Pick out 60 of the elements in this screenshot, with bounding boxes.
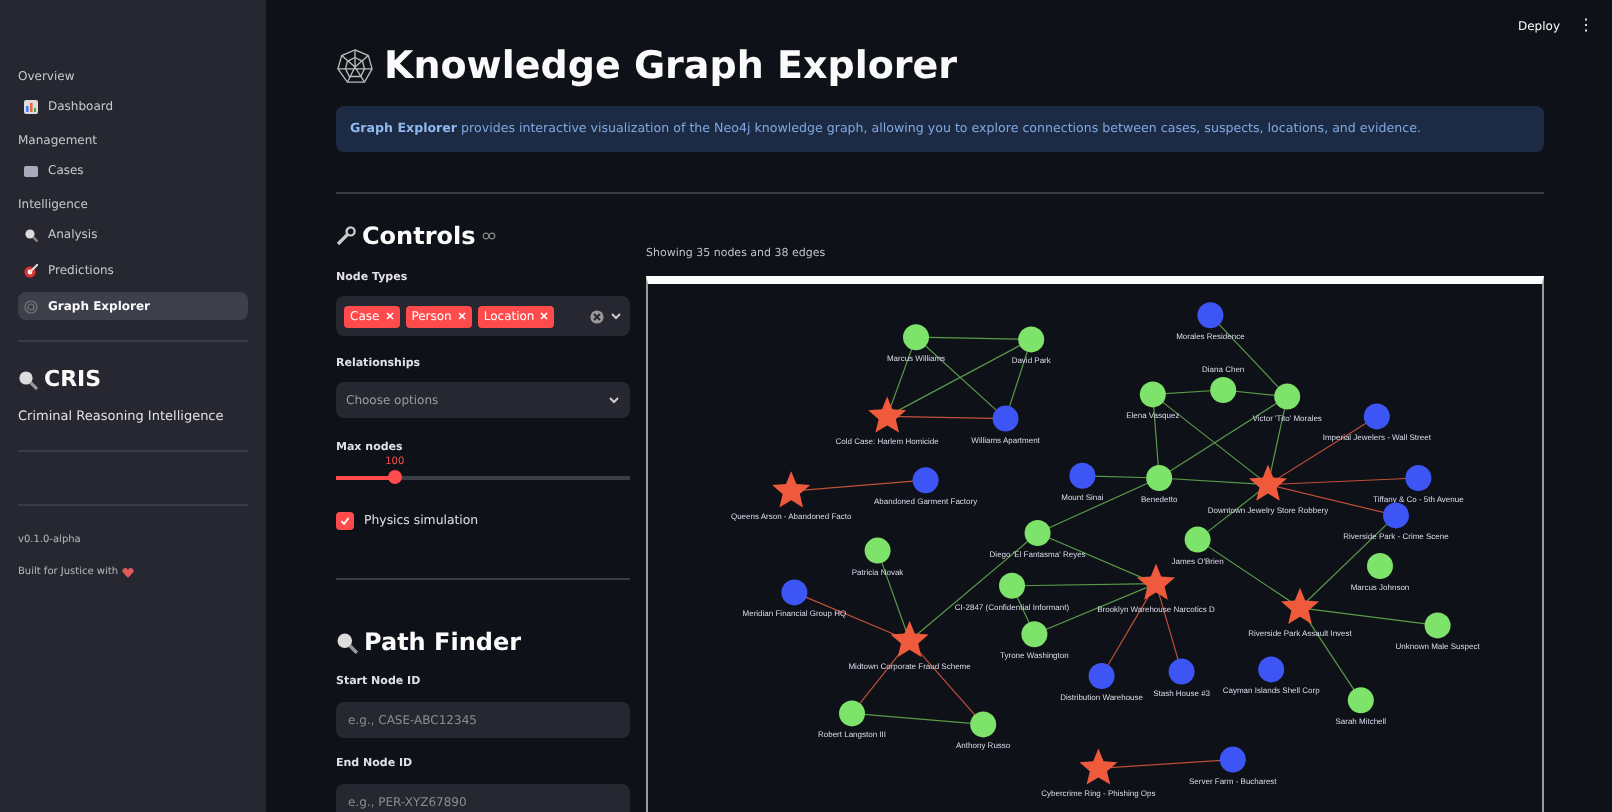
wrench-icon bbox=[336, 226, 356, 246]
link-icon[interactable] bbox=[481, 232, 496, 240]
person-node[interactable] bbox=[1347, 687, 1374, 714]
web-icon bbox=[24, 299, 38, 313]
clear-icon[interactable] bbox=[590, 309, 604, 323]
dart-icon bbox=[24, 263, 38, 277]
location-node[interactable] bbox=[1219, 746, 1246, 773]
location-node[interactable] bbox=[1363, 403, 1390, 430]
person-node[interactable] bbox=[970, 711, 997, 738]
section-title: Path Finder bbox=[364, 628, 522, 656]
person-node[interactable] bbox=[1210, 377, 1237, 403]
person-node[interactable] bbox=[1146, 465, 1173, 491]
search-icon bbox=[18, 369, 38, 389]
remove-icon[interactable] bbox=[540, 312, 549, 320]
case-star-node[interactable] bbox=[1249, 464, 1287, 501]
location-node[interactable] bbox=[1258, 656, 1285, 683]
brand-title: CRIS bbox=[44, 366, 102, 392]
heart-icon bbox=[122, 567, 135, 577]
remove-icon[interactable] bbox=[457, 312, 466, 320]
person-node[interactable] bbox=[1184, 526, 1211, 553]
location-node[interactable] bbox=[992, 405, 1019, 432]
chart-icon bbox=[24, 99, 38, 113]
person-node[interactable] bbox=[1367, 553, 1393, 579]
remove-icon[interactable] bbox=[385, 312, 394, 320]
location-node[interactable] bbox=[1168, 658, 1195, 685]
case-star-node[interactable] bbox=[1137, 563, 1175, 600]
case-star-node[interactable] bbox=[890, 620, 929, 657]
person-node[interactable] bbox=[864, 537, 891, 564]
search-icon bbox=[336, 631, 358, 653]
location-node[interactable] bbox=[1069, 462, 1096, 489]
slider-thumb[interactable] bbox=[387, 470, 402, 484]
case-star-node[interactable] bbox=[772, 471, 811, 508]
person-node[interactable] bbox=[999, 572, 1025, 599]
location-node[interactable] bbox=[912, 467, 939, 494]
person-node[interactable] bbox=[1018, 326, 1045, 353]
case-star-node[interactable] bbox=[868, 396, 907, 433]
person-node[interactable] bbox=[1274, 383, 1301, 410]
section-title: Controls bbox=[362, 222, 476, 250]
case-star-node[interactable] bbox=[1281, 587, 1319, 624]
location-node[interactable] bbox=[781, 579, 808, 606]
person-node[interactable] bbox=[839, 700, 865, 727]
person-node[interactable] bbox=[1139, 381, 1166, 408]
folder-icon bbox=[24, 163, 38, 177]
page-title: Knowledge Graph Explorer bbox=[384, 44, 958, 88]
location-node[interactable] bbox=[1197, 302, 1224, 329]
spider-web-icon bbox=[336, 47, 374, 85]
checkbox[interactable] bbox=[336, 512, 354, 530]
person-node[interactable] bbox=[903, 324, 929, 351]
case-star-node[interactable] bbox=[1079, 748, 1118, 785]
chevron-down-icon[interactable] bbox=[610, 312, 622, 320]
location-node[interactable] bbox=[1088, 663, 1115, 689]
location-node[interactable] bbox=[1383, 502, 1409, 529]
person-node[interactable] bbox=[1424, 612, 1451, 639]
location-node[interactable] bbox=[1405, 465, 1432, 491]
graph-canvas[interactable] bbox=[646, 276, 1544, 812]
chevron-down-icon bbox=[608, 396, 620, 404]
person-node[interactable] bbox=[1024, 520, 1051, 546]
person-node[interactable] bbox=[1021, 621, 1048, 648]
menu-button[interactable]: ⋮ bbox=[1576, 14, 1596, 36]
search-icon bbox=[24, 227, 38, 241]
